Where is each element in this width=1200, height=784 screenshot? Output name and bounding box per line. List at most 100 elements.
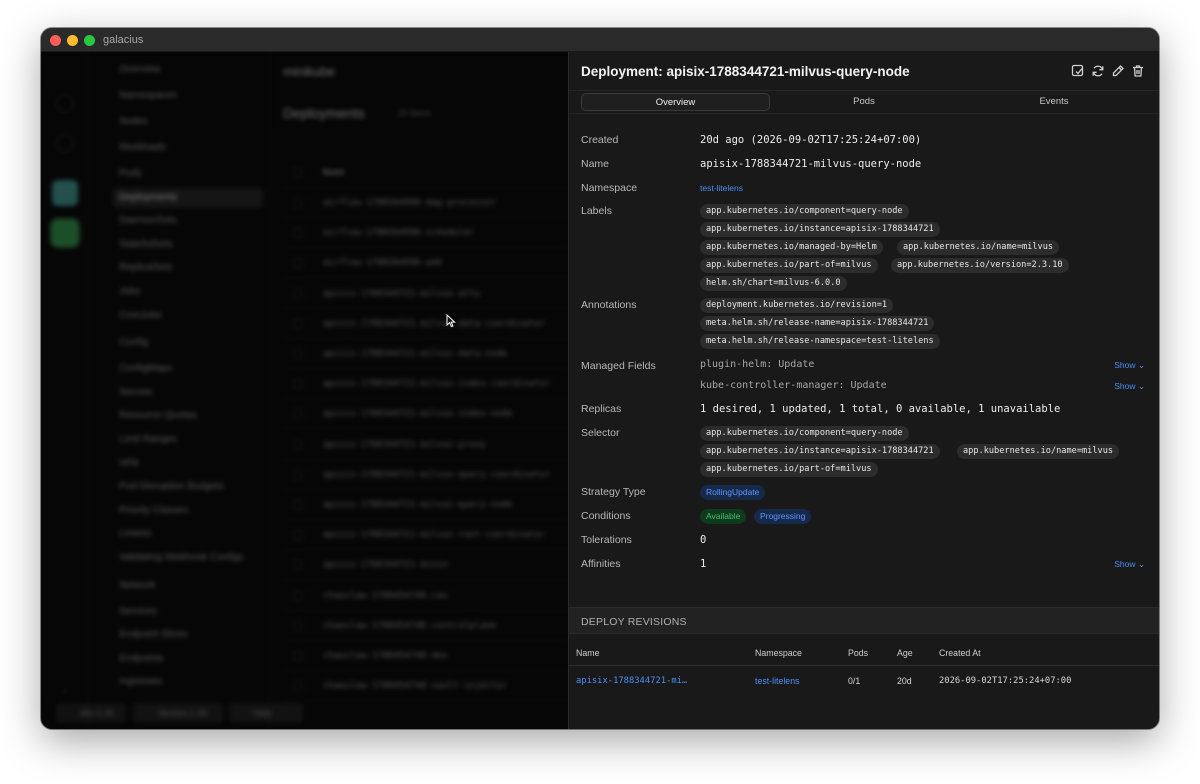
list-item[interactable]: apisix-1788344721-milvus-proxy: [283, 430, 568, 460]
list-item[interactable]: apisix-1788344721-milvus-attu: [283, 279, 568, 309]
row-checkbox[interactable]: [293, 681, 303, 692]
tab-pods[interactable]: Pods: [769, 93, 959, 111]
sidebar-item[interactable]: Validating Webhook Configs: [119, 548, 244, 568]
row-checkbox[interactable]: [293, 379, 303, 390]
sidebar-item[interactable]: Config: [103, 333, 148, 353]
list-item[interactable]: apisix-1788344721-minio: [283, 550, 568, 581]
sidebar-item[interactable]: Namespaces: [103, 86, 177, 106]
list-item[interactable]: apisix-1788344721-milvus-data-node: [283, 339, 568, 369]
row-checkbox[interactable]: [293, 500, 303, 510]
namespace-link[interactable]: test-litelens: [700, 183, 743, 193]
list-item[interactable]: chaoslaw-1788454748-controlplane: [283, 611, 568, 641]
sidebar-item[interactable]: Endpoints: [119, 649, 163, 669]
row-checkbox[interactable]: [293, 228, 303, 239]
row-checkbox[interactable]: [293, 590, 303, 601]
row-checkbox[interactable]: [293, 651, 303, 661]
sidebar-item[interactable]: DaemonSets: [119, 211, 177, 231]
list-item[interactable]: apisix-1788344721-milvus-index-node: [283, 399, 568, 430]
annotation-chip: meta.helm.sh/release-name=apisix-1788344…: [700, 316, 935, 331]
label-chip: app.kubernetes.io/name=milvus: [897, 240, 1060, 255]
cluster-avatar[interactable]: [52, 180, 78, 206]
row-checkbox[interactable]: [293, 469, 303, 480]
replicas-value: 1 desired, 1 updated, 1 total, 0 availab…: [700, 403, 1061, 415]
sidebar-item[interactable]: Limit Ranges: [119, 430, 177, 450]
sidebar-item[interactable]: Workloads: [103, 138, 166, 158]
version-chip[interactable]: Version 1.30: [133, 703, 223, 723]
sidebar-item[interactable]: HPA: [119, 454, 139, 474]
sidebar-item[interactable]: Nodes: [103, 112, 148, 132]
sidebar-item[interactable]: Priority Classes: [119, 501, 188, 521]
sidebar-item[interactable]: ConfigMaps: [119, 359, 172, 379]
cluster-avatar-active[interactable]: [52, 220, 78, 246]
sidebar-item[interactable]: Resource Quotas: [119, 406, 197, 426]
list-item[interactable]: chaoslaw-1788454748-cas: [283, 581, 568, 611]
sidebar-item[interactable]: Network: [103, 576, 156, 596]
help-chip[interactable]: Help: [229, 703, 303, 723]
sidebar-item[interactable]: Endpoint Slices: [119, 625, 188, 645]
list-item[interactable]: chaoslaw-1788454748-vault-injector: [283, 671, 568, 702]
sidebar-item[interactable]: Jobs: [119, 282, 140, 302]
selector-chip: app.kubernetes.io/instance=apisix-178834…: [700, 444, 940, 459]
deployment-detail-panel: Deployment: apisix-1788344721-milvus-que…: [568, 52, 1159, 729]
zoom-window-button[interactable]: [84, 35, 95, 46]
sidebar-item[interactable]: Services: [119, 602, 157, 622]
column-header-created-at[interactable]: Created At: [939, 648, 981, 658]
list-item[interactable]: airflow-1788264996-web: [283, 248, 568, 279]
conditions-label: Conditions: [581, 510, 631, 522]
minimize-window-button[interactable]: [67, 35, 78, 46]
list-item[interactable]: apisix-1788344721-milvus-query-node: [283, 490, 568, 520]
sidebar-item[interactable]: Deployments: [113, 187, 263, 208]
sidebar-item[interactable]: Leases: [119, 524, 151, 544]
row-checkbox[interactable]: [293, 409, 303, 420]
row-checkbox[interactable]: [293, 620, 303, 631]
k8s-version-chip[interactable]: k8s 1.30: [56, 703, 126, 723]
sidebar-item[interactable]: Pod Disruption Budgets: [119, 477, 224, 497]
tab-events[interactable]: Events: [959, 93, 1149, 111]
show-managed-field-button[interactable]: Show ⌄: [1114, 381, 1145, 392]
column-header-age[interactable]: Age: [897, 648, 913, 658]
show-affinities-button[interactable]: Show ⌄: [1114, 559, 1145, 570]
sidebar-item[interactable]: Overview: [103, 60, 161, 80]
list-item[interactable]: apisix-1788344721-milvus-index-coordinat…: [283, 369, 568, 400]
sidebar-item[interactable]: Secrets: [119, 383, 153, 403]
list-item[interactable]: apisix-1788344721-milvus-query-coordinat…: [283, 460, 568, 490]
chevron-right-icon[interactable]: ›: [56, 686, 74, 704]
show-managed-field-button[interactable]: Show ⌄: [1114, 360, 1145, 371]
revision-namespace-link[interactable]: test-litelens: [755, 676, 800, 686]
sidebar-item[interactable]: Pods: [119, 164, 142, 184]
list-item[interactable]: apisix-1788344721-milvus-data-coordinato…: [283, 309, 568, 339]
edit-icon[interactable]: [1111, 64, 1125, 78]
close-window-button[interactable]: [50, 35, 61, 46]
row-checkbox[interactable]: [293, 530, 303, 541]
revision-name-link[interactable]: apisix-1788344721-mi…: [576, 676, 687, 686]
sidebar-item[interactable]: StatefulSets: [119, 235, 173, 255]
refresh-icon[interactable]: [1091, 64, 1105, 78]
row-checkbox[interactable]: [293, 288, 303, 299]
deployment-name: apisix-1788344721-milvus-root-coordinato…: [323, 530, 546, 541]
list-item[interactable]: airflow-1788264996-scheduler: [283, 218, 568, 249]
sidebar-item[interactable]: Ingresses: [119, 672, 162, 692]
list-item[interactable]: airflow-1788264996-dag-processor: [283, 188, 568, 218]
row-checkbox[interactable]: [293, 439, 303, 450]
column-header-namespace[interactable]: Namespace: [755, 648, 802, 658]
sidebar-item[interactable]: ReplicaSets: [119, 258, 172, 278]
sidebar-item[interactable]: CronJobs: [119, 306, 162, 326]
list-item[interactable]: chaoslaw-1788454748-dex: [283, 641, 568, 671]
row-checkbox[interactable]: [293, 198, 303, 208]
column-header-name[interactable]: Name: [576, 648, 599, 658]
row-checkbox[interactable]: [293, 349, 303, 359]
column-header-pods[interactable]: Pods: [848, 648, 868, 658]
open-external-icon[interactable]: [1071, 64, 1085, 78]
list-item[interactable]: apisix-1788344721-milvus-root-coordinato…: [283, 520, 568, 551]
label-chip: app.kubernetes.io/component=query-node: [700, 204, 909, 219]
delete-icon[interactable]: [1131, 64, 1145, 78]
name-column-header[interactable]: Name: [323, 168, 345, 178]
row-checkbox[interactable]: [293, 560, 303, 571]
select-all-checkbox[interactable]: [293, 168, 303, 178]
tab-overview[interactable]: Overview: [581, 93, 770, 111]
name-value: apisix-1788344721-milvus-query-node: [700, 158, 922, 170]
row-checkbox[interactable]: [293, 318, 303, 329]
row-checkbox[interactable]: [293, 258, 303, 269]
settings-icon[interactable]: [56, 134, 74, 152]
home-icon[interactable]: [56, 94, 74, 112]
